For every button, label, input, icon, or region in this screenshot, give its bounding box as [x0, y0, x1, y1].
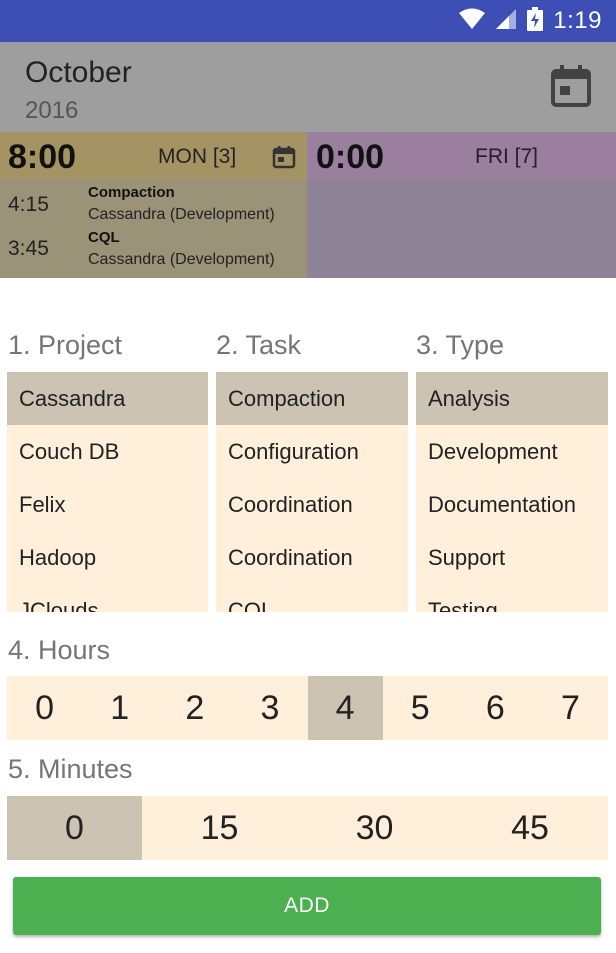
month-title: October	[25, 56, 132, 89]
type-item-development[interactable]: Development	[416, 425, 608, 478]
entry-project: Cassandra (Development)	[88, 206, 275, 223]
day-total: 8:00	[8, 138, 77, 176]
task-item-cql[interactable]: CQL	[216, 584, 408, 612]
hour-option-6[interactable]: 6	[458, 676, 533, 740]
battery-charging-icon	[527, 6, 544, 36]
project-item-jclouds[interactable]: JClouds	[7, 584, 208, 612]
type-label: 3. Type	[416, 330, 505, 360]
wifi-icon	[459, 8, 486, 35]
entry-project: Cassandra (Development)	[88, 251, 275, 268]
day-label: FRI [7]	[475, 145, 539, 168]
calendar-icon	[550, 65, 592, 112]
signal-icon	[495, 8, 517, 35]
status-time: 1:19	[553, 7, 602, 34]
hour-option-2[interactable]: 2	[157, 676, 232, 740]
app-header: October 2016	[0, 42, 616, 132]
hour-option-0[interactable]: 0	[7, 676, 82, 740]
type-item-documentation[interactable]: Documentation	[416, 478, 608, 531]
entry-task: CQL	[88, 229, 120, 246]
minute-option-30[interactable]: 30	[297, 796, 452, 860]
hour-option-3[interactable]: 3	[232, 676, 307, 740]
day-card-mon[interactable]: 8:00 MON [3] 4:15 Compaction Cassandra (…	[0, 132, 307, 278]
project-item-felix[interactable]: Felix	[7, 478, 208, 531]
minutes-selector[interactable]: 0 15 30 45	[7, 796, 608, 860]
minute-option-0[interactable]: 0	[7, 796, 142, 860]
calendar-small-icon[interactable]	[272, 145, 296, 174]
minute-option-45[interactable]: 45	[452, 796, 608, 860]
hours-label: 4. Hours	[8, 635, 111, 665]
entry-time: 4:15	[8, 193, 49, 216]
project-label: 1. Project	[8, 330, 123, 360]
type-item-analysis[interactable]: Analysis	[416, 372, 608, 425]
day-card-fri[interactable]: 0:00 FRI [7]	[307, 132, 616, 278]
hour-option-4[interactable]: 4	[307, 676, 383, 740]
minutes-label: 5. Minutes	[8, 754, 133, 784]
day-total: 0:00	[316, 138, 385, 176]
task-item-compaction[interactable]: Compaction	[216, 372, 408, 425]
task-list[interactable]: Compaction Configuration Coordination Co…	[216, 372, 408, 612]
year-subtitle: 2016	[25, 97, 79, 124]
project-item-couchdb[interactable]: Couch DB	[7, 425, 208, 478]
project-item-hadoop[interactable]: Hadoop	[7, 531, 208, 584]
project-list[interactable]: Cassandra Couch DB Felix Hadoop JClouds	[7, 372, 208, 612]
task-label: 2. Task	[216, 330, 302, 360]
type-list[interactable]: Analysis Development Documentation Suppo…	[416, 372, 608, 612]
add-button[interactable]: ADD	[13, 877, 601, 935]
day-label: MON [3]	[158, 145, 237, 168]
day-summaries: 8:00 MON [3] 4:15 Compaction Cassandra (…	[0, 132, 616, 278]
entry-task: Compaction	[88, 184, 175, 201]
task-item-coordination[interactable]: Coordination	[216, 478, 408, 531]
hours-selector[interactable]: 0 1 2 3 4 5 6 7	[7, 676, 608, 740]
minute-option-15[interactable]: 15	[142, 796, 297, 860]
project-item-cassandra[interactable]: Cassandra	[7, 372, 208, 425]
type-item-support[interactable]: Support	[416, 531, 608, 584]
calendar-button[interactable]	[550, 64, 592, 108]
task-item-coordination-2[interactable]: Coordination	[216, 531, 408, 584]
hour-option-5[interactable]: 5	[383, 676, 458, 740]
hour-option-7[interactable]: 7	[533, 676, 608, 740]
task-item-configuration[interactable]: Configuration	[216, 425, 408, 478]
status-bar: 1:19	[0, 0, 616, 42]
entry-time: 3:45	[8, 237, 49, 260]
type-item-testing[interactable]: Testing	[416, 584, 608, 612]
hour-option-1[interactable]: 1	[82, 676, 157, 740]
